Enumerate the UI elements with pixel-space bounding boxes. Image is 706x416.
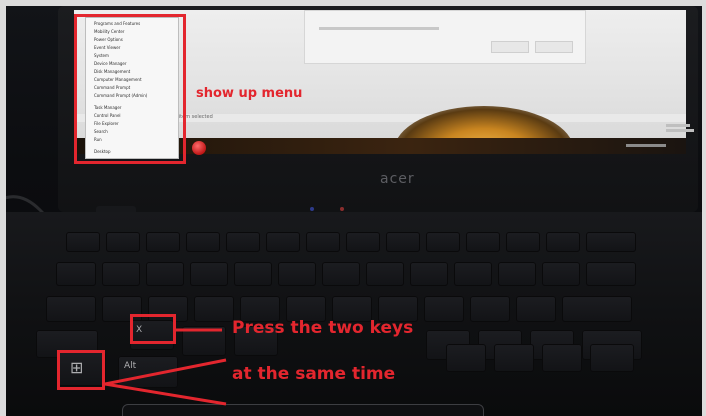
menu-highlight-box xyxy=(74,14,186,164)
keyboard-key xyxy=(466,232,500,252)
keyboard-key xyxy=(346,232,380,252)
dialog-text-line xyxy=(319,27,439,30)
keyboard-key xyxy=(194,296,234,322)
menu-annotation-label: show up menu xyxy=(196,86,303,101)
keyboard-key xyxy=(56,262,96,286)
keyboard-key xyxy=(190,262,228,286)
alt-key-label: Alt xyxy=(124,361,137,371)
keyboard-key xyxy=(454,262,492,286)
keyboard-key xyxy=(494,344,534,372)
system-tray xyxy=(626,144,666,147)
x-key-highlight-box xyxy=(130,314,176,344)
keyboard-key xyxy=(106,232,140,252)
touchpad xyxy=(122,404,484,416)
indicator-light xyxy=(340,207,344,211)
keyboard-key xyxy=(234,262,272,286)
keyboard-key xyxy=(446,344,486,372)
keyboard-key xyxy=(182,326,226,356)
image-border xyxy=(0,0,6,416)
keyboard-key xyxy=(470,296,510,322)
dialog-button xyxy=(535,41,573,53)
screen-dialog xyxy=(304,10,586,64)
start-button-icon xyxy=(192,141,206,155)
keyboard-key xyxy=(306,232,340,252)
keyboard-key xyxy=(186,232,220,252)
windows-watermark xyxy=(666,124,696,136)
keyboard-key xyxy=(46,296,96,322)
keyboard-key xyxy=(278,262,316,286)
photo-scene: 1 item selected acer Programs and Featur… xyxy=(0,0,706,416)
keyboard-key xyxy=(562,296,632,322)
keyboard-key xyxy=(410,262,448,286)
keyboard-key xyxy=(322,262,360,286)
keyboard-key xyxy=(386,232,420,252)
keyboard-key xyxy=(146,232,180,252)
keyboard-key xyxy=(586,262,636,286)
alt-key: Alt xyxy=(118,356,178,388)
keyboard-key xyxy=(586,232,636,252)
indicator-light xyxy=(310,207,314,211)
keyboard-key xyxy=(102,262,140,286)
laptop-brand-logo: acer xyxy=(380,168,420,187)
image-border xyxy=(0,0,706,6)
keyboard-key xyxy=(590,344,634,372)
keyboard-key xyxy=(542,344,582,372)
image-border xyxy=(702,0,706,416)
keyboard-key xyxy=(66,232,100,252)
keys-annotation-line2: at the same time xyxy=(232,364,396,384)
keyboard-key xyxy=(266,232,300,252)
keyboard-key xyxy=(546,232,580,252)
windows-key-highlight-box xyxy=(57,350,105,390)
keyboard-key xyxy=(542,262,580,286)
brand-text: acer xyxy=(380,171,415,187)
keyboard-key xyxy=(226,232,260,252)
keyboard-key xyxy=(366,262,404,286)
keyboard-key xyxy=(498,262,536,286)
keyboard-key xyxy=(426,232,460,252)
keys-annotation-line1: Press the two keys xyxy=(232,318,414,338)
keyboard-key xyxy=(424,296,464,322)
keyboard-key xyxy=(506,232,540,252)
keyboard-deck: X ⊞ Alt xyxy=(6,212,706,416)
keyboard-key xyxy=(516,296,556,322)
dialog-button xyxy=(491,41,529,53)
keyboard-key xyxy=(146,262,184,286)
